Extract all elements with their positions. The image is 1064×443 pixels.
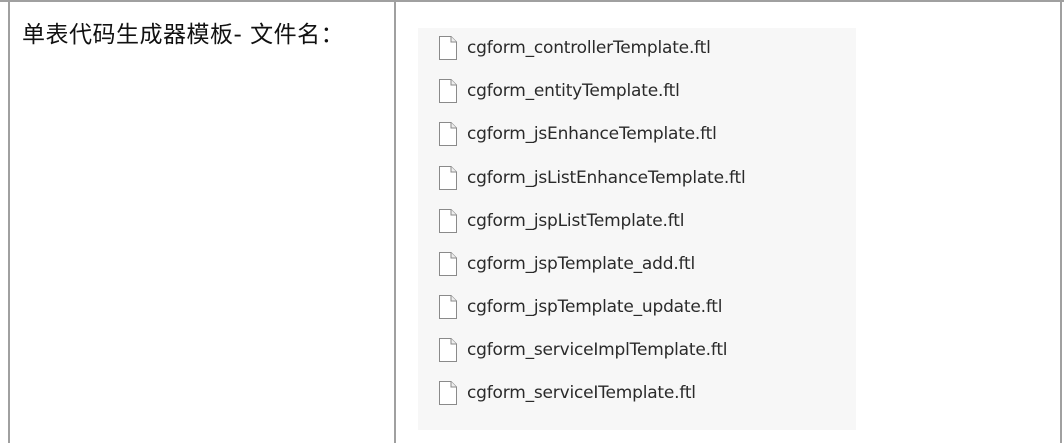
file-list-item[interactable]: cgform_jsListEnhanceTemplate.ftl	[438, 163, 746, 193]
file-name: cgform_jspTemplate_add.ftl	[467, 254, 695, 274]
file-icon	[439, 381, 457, 405]
file-name: cgform_jsEnhanceTemplate.ftl	[467, 124, 717, 144]
file-list-item[interactable]: cgform_jspListTemplate.ftl	[438, 206, 684, 236]
table-left-border	[8, 0, 10, 443]
file-name: cgform_controllerTemplate.ftl	[467, 38, 711, 58]
document-table: 单表代码生成器模板- 文件名： cgform_controllerTemplat…	[0, 0, 1064, 443]
file-icon	[439, 166, 457, 190]
file-list-item[interactable]: cgform_serviceImplTemplate.ftl	[438, 335, 728, 365]
file-name: cgform_entityTemplate.ftl	[467, 81, 680, 101]
file-list-item[interactable]: cgform_entityTemplate.ftl	[438, 76, 680, 106]
table-right-border	[1060, 0, 1062, 443]
file-list-item[interactable]: cgform_jspTemplate_add.ftl	[438, 249, 695, 279]
file-list-item[interactable]: cgform_jsEnhanceTemplate.ftl	[438, 119, 717, 149]
file-icon	[439, 338, 457, 362]
file-icon	[439, 122, 457, 146]
file-list-item[interactable]: cgform_controllerTemplate.ftl	[438, 33, 711, 63]
file-name: cgform_jsListEnhanceTemplate.ftl	[467, 168, 746, 188]
row-label: 单表代码生成器模板- 文件名：	[22, 22, 345, 48]
file-icon	[439, 295, 457, 319]
table-column-divider	[394, 0, 396, 443]
table-top-border	[0, 0, 1064, 2]
file-name: cgform_jspTemplate_update.ftl	[467, 297, 723, 317]
file-name: cgform_serviceImplTemplate.ftl	[467, 340, 728, 360]
file-icon	[439, 36, 457, 60]
file-icon	[439, 79, 457, 103]
file-name: cgform_serviceITemplate.ftl	[467, 383, 696, 403]
file-icon	[439, 209, 457, 233]
file-list-item[interactable]: cgform_serviceITemplate.ftl	[438, 378, 696, 408]
file-list-item[interactable]: cgform_jspTemplate_update.ftl	[438, 292, 722, 322]
file-list-screenshot: cgform_controllerTemplate.ftl cgform_ent…	[418, 28, 856, 430]
file-icon	[439, 252, 457, 276]
file-name: cgform_jspListTemplate.ftl	[467, 211, 685, 231]
